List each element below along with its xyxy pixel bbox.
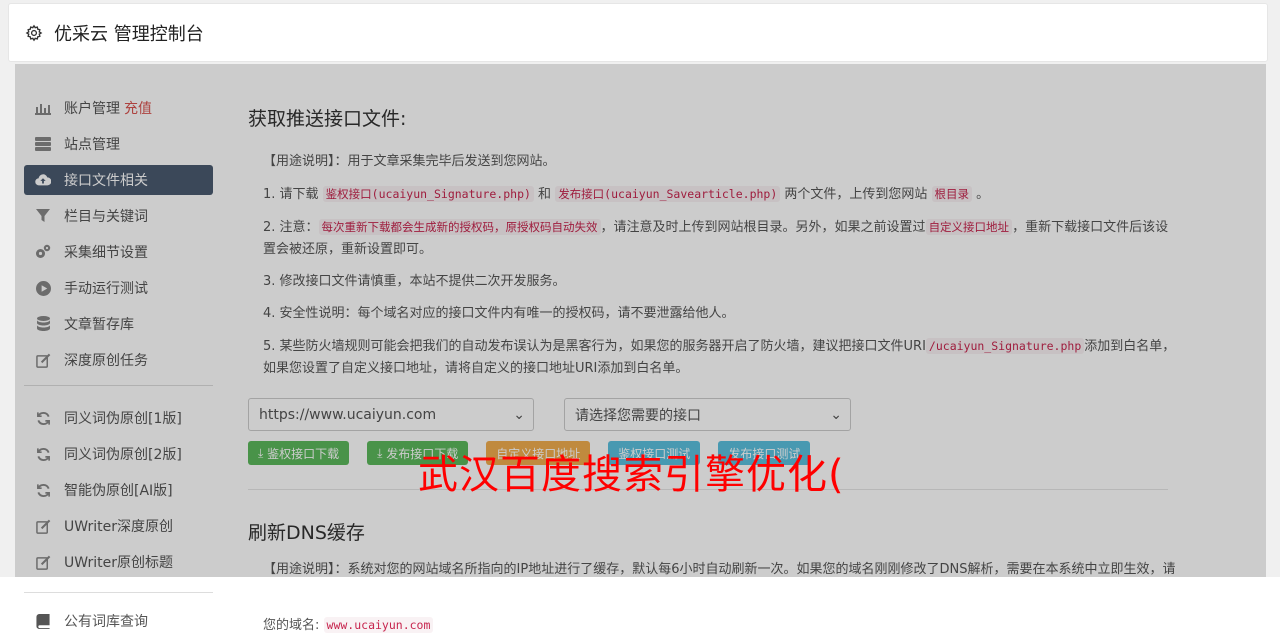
main-content: 获取推送接口文件: 【用途说明】：用于文章采集完毕后发送到您网站。 1. 请下载… bbox=[248, 104, 1178, 577]
step-5: 5. 某些防火墙规则可能会把我们的自动发布误认为是黑客行为，如果您的服务器开启了… bbox=[263, 335, 1178, 380]
section-title-dns: 刷新DNS缓存 bbox=[248, 522, 365, 544]
app-title: 优采云 管理控制台 bbox=[54, 23, 204, 45]
sidebar-item-deep-original[interactable]: 深度原创任务 bbox=[24, 345, 213, 375]
sidebar-item-label: 站点管理 bbox=[64, 137, 120, 153]
play-circle-icon bbox=[35, 280, 51, 296]
sidebar-item-label: 栏目与关键词 bbox=[64, 209, 148, 225]
lower-visible-area: 公有词库查询 您的域名: www.ucaiyun.com bbox=[0, 577, 1280, 640]
sidebar-item-label: 同义词伪原创[2版] bbox=[64, 447, 182, 463]
chevron-down-icon: ⌄ bbox=[830, 406, 842, 423]
site-select-value: https://www.ucaiyun.com bbox=[259, 406, 437, 423]
section-title-api-files: 获取推送接口文件: bbox=[248, 108, 407, 130]
filter-icon bbox=[35, 208, 51, 224]
dns-usage-note: 【用途说明】：系统对您的网站域名所指向的IP地址进行了缓存，默认每6小时自动刷新… bbox=[263, 559, 1178, 577]
domain-value: www.ucaiyun.com bbox=[323, 617, 434, 633]
code-uri: /ucaiyun_Signature.php bbox=[925, 338, 1085, 354]
sidebar-item-label: 同义词伪原创[1版] bbox=[64, 411, 182, 427]
sidebar-item-label: UWriter深度原创 bbox=[64, 519, 173, 535]
step-text: 5. 某些防火墙规则可能会把我们的自动发布误认为是黑客行为，如果您的服务器开启了… bbox=[263, 339, 926, 354]
code-signature: 鉴权接口(ucaiyun_Signature.php) bbox=[322, 186, 534, 202]
download-icon: ⤓ bbox=[258, 445, 268, 460]
sidebar-item-uwriter-title[interactable]: UWriter原创标题 bbox=[24, 547, 213, 577]
code-custom-url: 自定义接口地址 bbox=[925, 219, 1013, 235]
book-icon bbox=[35, 613, 51, 629]
usage-label: 【用途说明】 bbox=[263, 562, 335, 577]
edit-icon bbox=[35, 518, 51, 534]
sidebar-item-label: 公有词库查询 bbox=[64, 614, 148, 630]
sidebar-item-label: 智能伪原创[AI版] bbox=[64, 483, 173, 499]
watermark-text: 武汉百度搜索引擎优化( bbox=[418, 452, 845, 498]
step-text: 。 bbox=[972, 187, 990, 202]
sidebar-divider bbox=[24, 385, 213, 386]
sidebar-item-ai-rewrite[interactable]: 智能伪原创[AI版] bbox=[24, 475, 213, 505]
usage-note: 【用途说明】：用于文章采集完毕后发送到您网站。 bbox=[263, 151, 1178, 173]
edit-icon bbox=[35, 554, 51, 570]
step-text: 2. 注意： bbox=[263, 220, 319, 235]
sidebar-item-label: 手动运行测试 bbox=[64, 281, 148, 297]
step-3: 3. 修改接口文件请慎重，本站不提供二次开发服务。 bbox=[263, 274, 566, 289]
step-4: 4. 安全性说明：每个域名对应的接口文件内有唯一的授权码，请不要泄露给他人。 bbox=[263, 306, 735, 321]
refresh-icon bbox=[35, 410, 51, 426]
code-warning: 每次重新下载都会生成新的授权码，原授权码自动失效 bbox=[318, 219, 601, 235]
code-root: 根目录 bbox=[931, 186, 973, 202]
sidebar-item-label: UWriter原创标题 bbox=[64, 555, 173, 571]
sidebar-item-api-files[interactable]: 接口文件相关 bbox=[24, 165, 213, 195]
select-row: https://www.ucaiyun.com ⌄ 请选择您需要的接口 ⌄ bbox=[248, 398, 1178, 431]
sidebar-item-uwriter-deep[interactable]: UWriter深度原创 bbox=[24, 511, 213, 541]
sidebar-item-account[interactable]: 账户管理 充值 bbox=[24, 93, 213, 123]
chevron-down-icon: ⌄ bbox=[513, 406, 525, 423]
sidebar-item-sites[interactable]: 站点管理 bbox=[24, 129, 213, 159]
api-select-value: 请选择您需要的接口 bbox=[575, 407, 701, 424]
download-signature-button[interactable]: ⤓ 鉴权接口下载 bbox=[248, 441, 350, 465]
domain-row: 您的域名: www.ucaiyun.com bbox=[263, 614, 434, 633]
cloud-upload-icon bbox=[35, 172, 51, 188]
usage-text: ：用于文章采集完毕后发送到您网站。 bbox=[334, 154, 556, 169]
sidebar-item-article-store[interactable]: 文章暂存库 bbox=[24, 309, 213, 339]
api-select[interactable]: 请选择您需要的接口 ⌄ bbox=[564, 398, 851, 431]
bar-chart-icon bbox=[35, 100, 51, 116]
step-1: 1. 请下载 鉴权接口(ucaiyun_Signature.php) 和 发布接… bbox=[263, 183, 1178, 206]
edit-icon bbox=[35, 352, 51, 368]
sidebar-item-label: 账户管理 bbox=[64, 101, 120, 117]
server-icon bbox=[35, 136, 51, 152]
step-text: 1. 请下载 bbox=[263, 187, 323, 202]
refresh-icon bbox=[35, 446, 51, 462]
sidebar: 账户管理 充值 站点管理 接口文件相关 栏目与关键词 采集细节设置 手动运行测试… bbox=[24, 93, 213, 577]
recharge-link[interactable]: 充值 bbox=[124, 98, 152, 118]
step-text: 两个文件，上传到您网站 bbox=[780, 187, 932, 202]
sidebar-item-label: 接口文件相关 bbox=[64, 173, 148, 189]
gears-icon bbox=[35, 244, 51, 260]
site-select[interactable]: https://www.ucaiyun.com ⌄ bbox=[248, 398, 534, 431]
domain-label: 您的域名: bbox=[263, 618, 320, 633]
sidebar-item-public-lexicon[interactable]: 公有词库查询 bbox=[24, 606, 213, 636]
step-text: 和 bbox=[533, 187, 556, 202]
download-icon: ⤓ bbox=[377, 445, 387, 460]
top-bar: 优采云 管理控制台 bbox=[0, 0, 1280, 64]
database-icon bbox=[35, 316, 51, 332]
sidebar-item-manual-test[interactable]: 手动运行测试 bbox=[24, 273, 213, 303]
sidebar-divider bbox=[24, 592, 213, 593]
usage-text: ：系统对您的网站域名所指向的IP地址进行了缓存，默认每6小时自动刷新一次。如果您… bbox=[334, 562, 1176, 577]
sidebar-item-collect-settings[interactable]: 采集细节设置 bbox=[24, 237, 213, 267]
content-area: 账户管理 充值 站点管理 接口文件相关 栏目与关键词 采集细节设置 手动运行测试… bbox=[15, 64, 1266, 577]
sidebar-item-label: 文章暂存库 bbox=[64, 317, 134, 333]
sidebar-item-columns-keywords[interactable]: 栏目与关键词 bbox=[24, 201, 213, 231]
step-2: 2. 注意： 每次重新下载都会生成新的授权码，原授权码自动失效 ，请注意及时上传到网… bbox=[263, 216, 1178, 261]
sidebar-item-label: 采集细节设置 bbox=[64, 245, 148, 261]
usage-label: 【用途说明】 bbox=[263, 154, 335, 169]
gear-icon[interactable] bbox=[25, 24, 43, 42]
sidebar-item-synonym-v1[interactable]: 同义词伪原创[1版] bbox=[24, 403, 213, 433]
sidebar-item-label: 深度原创任务 bbox=[64, 353, 148, 369]
refresh-icon bbox=[35, 482, 51, 498]
button-label: 鉴权接口下载 bbox=[267, 446, 340, 461]
step-text: ，请注意及时上传到网站根目录。另外，如果之前设置过 bbox=[600, 220, 926, 235]
sidebar-item-synonym-v2[interactable]: 同义词伪原创[2版] bbox=[24, 439, 213, 469]
code-savearticle: 发布接口(ucaiyun_Savearticle.php) bbox=[555, 186, 781, 202]
header-card: 优采云 管理控制台 bbox=[8, 3, 1268, 62]
